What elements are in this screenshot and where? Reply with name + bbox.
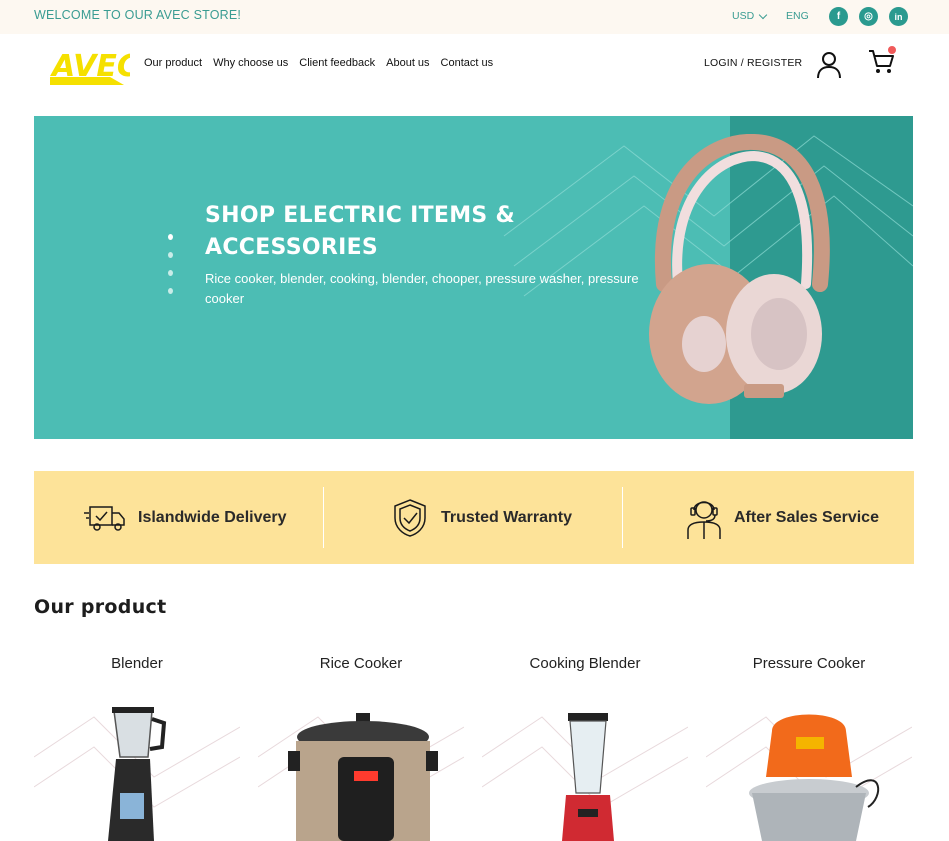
instagram-icon[interactable]: ◎: [859, 7, 878, 26]
feature-service: After Sales Service: [686, 471, 879, 564]
feature-divider: [323, 487, 324, 548]
cooking-blender-image: [482, 713, 688, 841]
nav-contact-us[interactable]: Contact us: [441, 57, 494, 69]
main-header: AVEC Our product Why choose us Client fe…: [0, 34, 949, 98]
user-icon[interactable]: [816, 51, 842, 79]
cart-badge: [888, 46, 896, 54]
hero-subtitle: Rice cooker, blender, cooking, blender, …: [205, 271, 639, 306]
pressure-cooker-image: [706, 714, 912, 841]
product-name[interactable]: Pressure Cooker: [706, 655, 912, 672]
feature-delivery: Islandwide Delivery: [84, 471, 287, 564]
avec-logo[interactable]: AVEC: [50, 42, 139, 86]
feature-warranty: Trusted Warranty: [391, 471, 572, 564]
main-nav: Our product Why choose us Client feedbac…: [144, 57, 493, 69]
blender-image: [34, 707, 240, 841]
nav-why-choose-us[interactable]: Why choose us: [213, 57, 288, 69]
warranty-shield-icon: [394, 498, 426, 537]
product-name[interactable]: Blender: [34, 655, 240, 672]
linkedin-icon[interactable]: in: [889, 7, 908, 26]
product-card-cooking-blender[interactable]: Cooking Blender: [482, 655, 688, 841]
feature-service-label: After Sales Service: [734, 508, 879, 526]
feature-warranty-label: Trusted Warranty: [441, 508, 572, 526]
slider-dot-2[interactable]: [168, 252, 173, 258]
cart-icon[interactable]: [867, 46, 897, 76]
delivery-truck-icon: [84, 505, 125, 531]
logo-text: AVEC: [50, 49, 130, 84]
login-register-link[interactable]: LOGIN / REGISTER: [704, 57, 802, 69]
facebook-icon[interactable]: f: [829, 7, 848, 26]
welcome-message: WELCOME TO OUR AVEC STORE!: [34, 8, 242, 22]
hero-banner: SHOP ELECTRIC ITEMS & ACCESSORIES Rice c…: [34, 116, 913, 439]
nav-client-feedback[interactable]: Client feedback: [299, 57, 375, 69]
product-name[interactable]: Cooking Blender: [482, 655, 688, 672]
currency-label: USD: [732, 10, 755, 22]
product-card-pressure-cooker[interactable]: Pressure Cooker: [706, 655, 912, 841]
hero-title: SHOP ELECTRIC ITEMS & ACCESSORIES: [205, 203, 516, 260]
nav-about-us[interactable]: About us: [386, 57, 429, 69]
chevron-down-icon: [758, 10, 768, 19]
top-bar: WELCOME TO OUR AVEC STORE! USD ENG f ◎ i…: [0, 0, 949, 34]
support-agent-icon: [687, 500, 721, 539]
slider-dot-3[interactable]: [168, 270, 173, 276]
language-selector[interactable]: ENG: [786, 10, 809, 22]
product-card-blender[interactable]: Blender: [34, 655, 240, 841]
headphones-image: [649, 134, 830, 404]
features-bar: Islandwide Delivery Trusted Warranty Aft…: [34, 471, 914, 564]
nav-our-product[interactable]: Our product: [144, 57, 202, 69]
slider-dot-1[interactable]: [168, 234, 173, 240]
products-section-title: Our product: [34, 596, 167, 618]
feature-divider: [622, 487, 623, 548]
product-card-rice-cooker[interactable]: Rice Cooker: [258, 655, 464, 841]
product-name[interactable]: Rice Cooker: [258, 655, 464, 672]
slider-dot-4[interactable]: [168, 288, 173, 294]
slider-dots: [168, 234, 173, 294]
feature-delivery-label: Islandwide Delivery: [138, 508, 287, 526]
currency-selector[interactable]: USD: [732, 10, 768, 22]
rice-cooker-image: [258, 713, 464, 841]
